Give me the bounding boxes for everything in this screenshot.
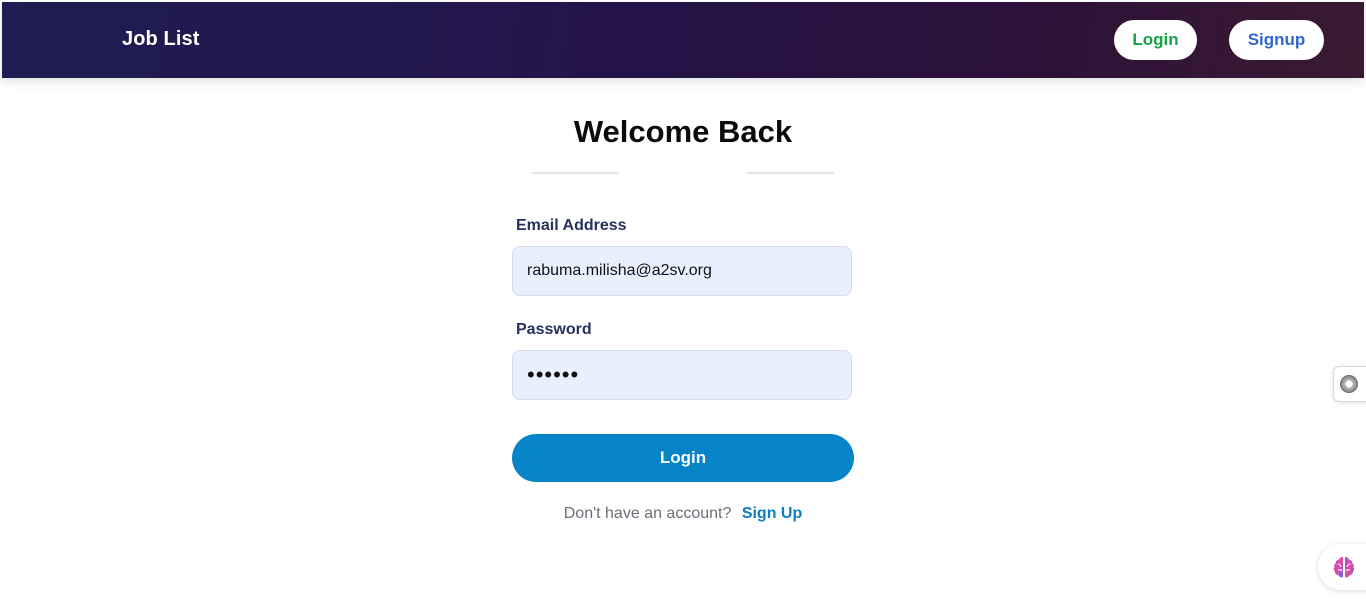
page-title: Welcome Back bbox=[573, 114, 793, 149]
password-label: Password bbox=[516, 321, 592, 338]
assistant-launcher[interactable] bbox=[1318, 544, 1366, 590]
title-divider-right bbox=[747, 172, 834, 174]
title-divider-left bbox=[532, 172, 619, 174]
top-navbar: Job List Login Signup bbox=[2, 2, 1364, 78]
nav-signup-button[interactable]: Signup bbox=[1229, 20, 1324, 60]
nav-login-button[interactable]: Login bbox=[1114, 20, 1197, 60]
extension-disc-icon bbox=[1340, 375, 1358, 393]
signup-row: Don't have an account? Sign Up bbox=[0, 505, 1366, 523]
extension-side-tab[interactable] bbox=[1333, 366, 1366, 402]
brain-icon bbox=[1333, 557, 1355, 578]
email-label: Email Address bbox=[516, 217, 627, 234]
email-field[interactable] bbox=[512, 246, 852, 296]
login-submit-button[interactable]: Login bbox=[512, 434, 854, 482]
signup-prompt: Don't have an account? bbox=[563, 505, 732, 522]
signup-link[interactable]: Sign Up bbox=[742, 505, 802, 522]
brand-title[interactable]: Job List bbox=[122, 28, 199, 51]
password-field[interactable] bbox=[512, 350, 852, 400]
login-page: Job List Login Signup Welcome Back Email… bbox=[0, 0, 1366, 599]
